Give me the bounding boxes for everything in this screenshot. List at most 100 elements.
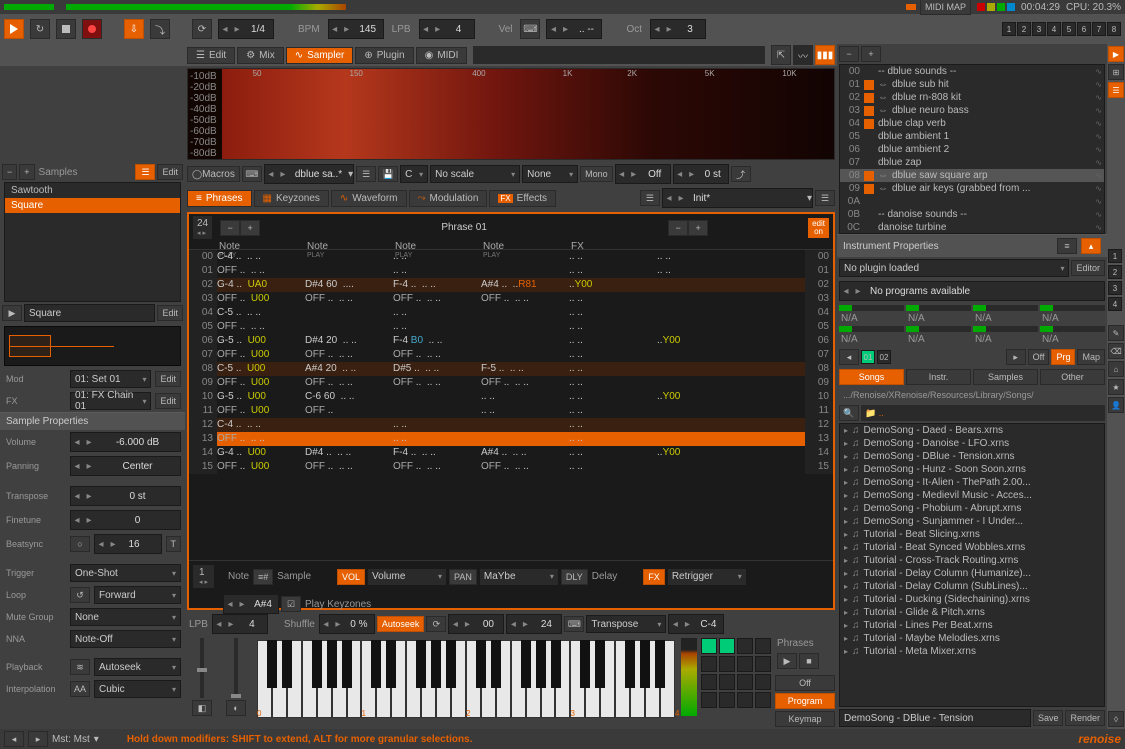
- pattern-row[interactable]: 12C-4 .. .. .. .. .. .. .. 12: [189, 418, 833, 432]
- file-browser[interactable]: ▸♫DemoSong - Daed - Bears.xrns▸♫DemoSong…: [839, 423, 1105, 707]
- key-select[interactable]: C▾: [400, 165, 428, 183]
- render-button[interactable]: Render: [1065, 710, 1105, 726]
- pattern-row[interactable]: 03OFF .. U00OFF .. .. ..OFF .. .. ..OFF …: [189, 292, 833, 306]
- edit-on-badge[interactable]: edit on: [808, 218, 829, 238]
- phrase-lpb-spinner[interactable]: ◂▸4: [212, 614, 268, 634]
- file-item[interactable]: ▸♫Tutorial - Glide & Pitch.xrns: [840, 606, 1104, 619]
- file-item[interactable]: ▸♫Tutorial - Lines Per Beat.xrns: [840, 619, 1104, 632]
- instrument-item[interactable]: 04dblue clap verb∿: [840, 117, 1104, 130]
- keyboard-icon[interactable]: ⌨: [242, 166, 262, 182]
- selected-sample-name[interactable]: Square: [24, 304, 155, 322]
- tab-mix[interactable]: ⚙Mix: [237, 47, 284, 64]
- pattern-row[interactable]: 10G-5 .. U00C-6 60 .. .. .. .... ....Y00…: [189, 390, 833, 404]
- pan-col-button[interactable]: PAN: [449, 569, 477, 585]
- black-key[interactable]: [536, 640, 546, 688]
- pan-type-select[interactable]: MaYbe▾: [479, 568, 559, 586]
- macro-slider[interactable]: [973, 326, 1038, 332]
- instrument-item[interactable]: 0B-- danoise sounds --∿: [840, 208, 1104, 221]
- phrase-off-button[interactable]: Off: [775, 675, 835, 691]
- file-item[interactable]: ▸♫DemoSong - Medievil Music - Acces...: [840, 489, 1104, 502]
- pattern-row[interactable]: 02G-4 .. UA0D#4 60 ....F-4 .. .. ..A#4 .…: [189, 278, 833, 292]
- loop-button[interactable]: ↻: [30, 19, 50, 39]
- transpose-spinner[interactable]: ◂▸0 st: [70, 486, 181, 506]
- file-item[interactable]: ▸♫Tutorial - Beat Slicing.xrns: [840, 528, 1104, 541]
- pattern-row[interactable]: 15OFF .. U00OFF .. .. ..OFF .. .. ..OFF …: [189, 460, 833, 474]
- macro-slider[interactable]: [973, 305, 1038, 311]
- file-item[interactable]: ▸♫DemoSong - Daed - Bears.xrns: [840, 424, 1104, 437]
- file-item[interactable]: ▸♫DemoSong - Danoise - LFO.xrns: [840, 437, 1104, 450]
- interp-icon[interactable]: AA: [70, 681, 90, 697]
- playback-icon[interactable]: ≋: [70, 659, 90, 675]
- inst-add-button[interactable]: +: [861, 46, 881, 62]
- side-play-button[interactable]: ▶: [1108, 46, 1124, 62]
- phrase-play-button[interactable]: ▶: [777, 653, 797, 669]
- black-key[interactable]: [551, 640, 561, 688]
- tool-home[interactable]: ⌂: [1108, 361, 1124, 377]
- black-key[interactable]: [267, 640, 277, 688]
- phrases-map-button[interactable]: Map: [1077, 349, 1105, 365]
- loop-start-spinner[interactable]: ◂▸00: [448, 614, 504, 634]
- pattern-row[interactable]: 14G-4 .. U00D#4 .. .. ..F-4 .. .. ..A#4 …: [189, 446, 833, 460]
- vol-col-button[interactable]: VOL: [337, 569, 365, 585]
- pattern-row[interactable]: 01OFF .. .. .. .. .. .. .... ..01: [189, 264, 833, 278]
- tab-sampler[interactable]: ∿Sampler: [286, 47, 354, 64]
- black-key[interactable]: [312, 640, 322, 688]
- file-item[interactable]: ▸♫Tutorial - Cross-Track Routing.xrns: [840, 554, 1104, 567]
- instrument-item[interactable]: 06dblue ambient 2∿: [840, 143, 1104, 156]
- tab-plugin[interactable]: ⊕Plugin: [355, 47, 413, 64]
- pitch-wheel[interactable]: [200, 638, 204, 698]
- file-item[interactable]: ▸♫Tutorial - Delay Column (SubLines)...: [840, 580, 1104, 593]
- instrument-item[interactable]: 01⇔dblue sub hit∿: [840, 78, 1104, 91]
- phrase-lines-display[interactable]: 24◂ ▸: [193, 216, 212, 239]
- macros-button[interactable]: ◯ Macros: [187, 166, 240, 182]
- scope-spectrum-button[interactable]: ▮▮▮: [815, 45, 835, 65]
- spectrum-display[interactable]: -10dB-20dB-30dB-40dB-50dB-60dB-70dB-80dB…: [187, 68, 835, 160]
- preset-spinner[interactable]: ◂▸dblue sa..*▾: [264, 164, 354, 184]
- status-next[interactable]: ▸: [28, 731, 48, 747]
- black-key[interactable]: [476, 640, 486, 688]
- fx-col-button[interactable]: FX: [643, 569, 665, 585]
- subtab-effects[interactable]: FXEffects: [489, 190, 556, 207]
- instrument-item[interactable]: 03⇔dblue neuro bass∿: [840, 104, 1104, 117]
- black-key[interactable]: [342, 640, 352, 688]
- page-next-button[interactable]: ▸: [1006, 349, 1026, 365]
- macro-slider[interactable]: [906, 326, 971, 332]
- subtab-waveform[interactable]: ∿Waveform: [331, 190, 407, 207]
- tab-instr[interactable]: Instr.: [906, 369, 971, 385]
- beatsync-toggle[interactable]: ○: [70, 536, 90, 552]
- play-button[interactable]: [4, 19, 24, 39]
- sample-waveform[interactable]: [4, 326, 181, 366]
- phrase-preset-spinner[interactable]: ◂▸Init*▾: [662, 188, 813, 208]
- black-key[interactable]: [655, 640, 665, 688]
- envelope-button[interactable]: ⤴: [731, 166, 751, 182]
- tool-user[interactable]: 👤: [1108, 397, 1124, 413]
- hold-button[interactable]: ◧: [192, 700, 212, 716]
- instrument-item[interactable]: 00-- dblue sounds --∿: [840, 65, 1104, 78]
- mono-toggle-button[interactable]: ◐: [226, 700, 246, 716]
- beatsync-spinner[interactable]: ◂▸16: [94, 534, 162, 554]
- plugin-editor-button[interactable]: Editor: [1071, 260, 1105, 276]
- preset-menu-button[interactable]: ☰: [356, 166, 376, 182]
- file-item[interactable]: ▸♫DemoSong - It-Alien - ThePath 2.00...: [840, 476, 1104, 489]
- pattern-row[interactable]: 05OFF .. .. .. .. .. .. .. 05: [189, 320, 833, 334]
- glide-spinner[interactable]: ◂▸Off: [615, 164, 671, 184]
- file-item[interactable]: ▸♫DemoSong - Phobium - Abrupt.xrns: [840, 502, 1104, 515]
- sample-item[interactable]: Sawtooth: [5, 183, 180, 198]
- pattern-row[interactable]: 11OFF .. U00OFF .. .. .... .. 11: [189, 404, 833, 418]
- scope-wave-button[interactable]: 〰: [793, 45, 813, 65]
- inst-props-expand[interactable]: ▴: [1081, 238, 1101, 254]
- phrase-list-icon[interactable]: ☰: [640, 190, 660, 206]
- search-input[interactable]: [473, 46, 765, 64]
- transpose-note-spinner[interactable]: ◂▸C-4: [668, 614, 724, 634]
- save-button[interactable]: Save: [1033, 710, 1064, 726]
- pattern-row[interactable]: 09OFF .. U00OFF .. .. ..OFF .. .. ..OFF …: [189, 376, 833, 390]
- tab-samples[interactable]: Samples: [973, 369, 1038, 385]
- tool-star[interactable]: ★: [1108, 379, 1124, 395]
- autoseek-button[interactable]: Autoseek: [377, 616, 425, 632]
- file-item[interactable]: ▸♫Tutorial - Meta Mixer.xrns: [840, 645, 1104, 658]
- chord-select[interactable]: None▾: [522, 165, 578, 183]
- sample-edit-button[interactable]: Edit: [157, 164, 183, 180]
- note-hash-button[interactable]: ≡#: [253, 569, 273, 585]
- file-item[interactable]: ▸♫Tutorial - Beat Synced Wobbles.xrns: [840, 541, 1104, 554]
- phrases-off-button[interactable]: Off: [1028, 349, 1050, 365]
